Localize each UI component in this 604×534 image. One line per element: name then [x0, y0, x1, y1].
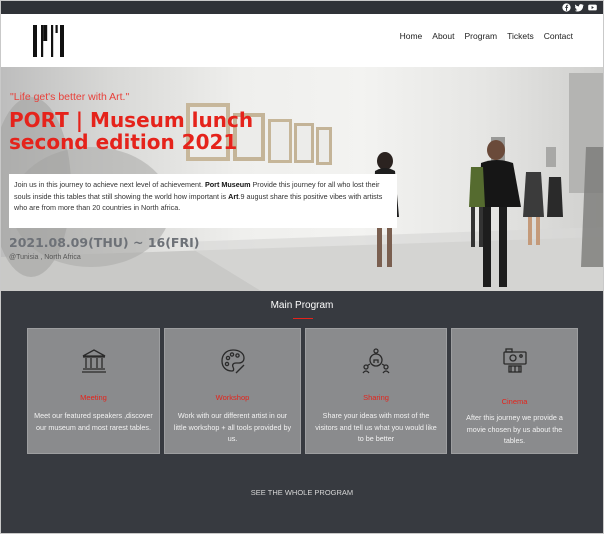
card-title-cinema: Cinema	[501, 397, 528, 406]
hero-quote: "Life get's better with Art."	[10, 91, 130, 103]
program-heading: Main Program	[270, 300, 334, 311]
facebook-icon[interactable]	[562, 3, 571, 12]
museum-icon	[80, 347, 108, 375]
nav-tickets[interactable]: Tickets	[507, 31, 534, 41]
program-card-cinema[interactable]: Cinema After this journey we provide a m…	[451, 328, 578, 454]
museum-logo[interactable]	[33, 25, 65, 57]
see-whole-program-link[interactable]: SEE THE WHOLE PROGRAM	[1, 488, 603, 497]
hero-section: "Life get's better with Art." PORT | Mus…	[1, 67, 603, 291]
card-title-meeting: Meeting	[80, 393, 107, 402]
nav-contact[interactable]: Contact	[544, 31, 573, 41]
hero-intro-box: Join us in this journey to achieve next …	[9, 174, 397, 228]
film-camera-icon	[501, 347, 529, 375]
program-card-sharing[interactable]: Sharing Share your ideas with most of th…	[305, 328, 447, 454]
card-title-workshop: Workshop	[215, 393, 250, 402]
hero-intro-art: Art	[228, 191, 239, 201]
palette-icon	[219, 347, 247, 375]
youtube-icon[interactable]	[588, 3, 597, 12]
card-text-sharing: Share your ideas with most of the visito…	[315, 411, 437, 443]
hero-title-line-1: PORT | Museum lunch	[9, 108, 254, 132]
nav-program[interactable]: Program	[465, 31, 498, 41]
card-text-meeting: Meet our featured speakers ,discover our…	[34, 411, 153, 432]
program-card-meeting[interactable]: Meeting Meet our featured speakers ,disc…	[27, 328, 160, 454]
card-text-cinema: After this journey we provide a movie ch…	[466, 413, 563, 445]
main-nav: Home About Program Tickets Contact	[400, 31, 573, 41]
nav-home[interactable]: Home	[400, 31, 423, 41]
nav-about[interactable]: About	[432, 31, 454, 41]
event-date: 2021.08.09(THU) ~ 16(FRI)	[9, 235, 200, 250]
hero-intro-brand: Port Museum	[204, 180, 251, 189]
card-title-sharing: Sharing	[363, 393, 389, 402]
card-text-workshop: Work with our different artist in our li…	[173, 411, 292, 443]
program-heading-underline	[293, 318, 313, 319]
twitter-icon[interactable]	[575, 3, 584, 12]
top-bar	[1, 1, 603, 14]
event-location: @Tunisia , North Africa	[9, 254, 81, 261]
hero-title-line-2: second edition 2021	[9, 130, 238, 154]
program-card-workshop[interactable]: Workshop Work with our different artist …	[164, 328, 301, 454]
site-header: Home About Program Tickets Contact	[1, 14, 603, 67]
idea-sharing-icon	[362, 347, 390, 375]
social-links	[562, 3, 597, 12]
hero-title: PORT | Museum lunch second edition 2021	[9, 109, 309, 153]
main-program-section: Main Program Meeting Meet our featured s…	[1, 291, 603, 533]
hero-intro-text-1: Join us in this journey to achieve next …	[14, 180, 205, 189]
